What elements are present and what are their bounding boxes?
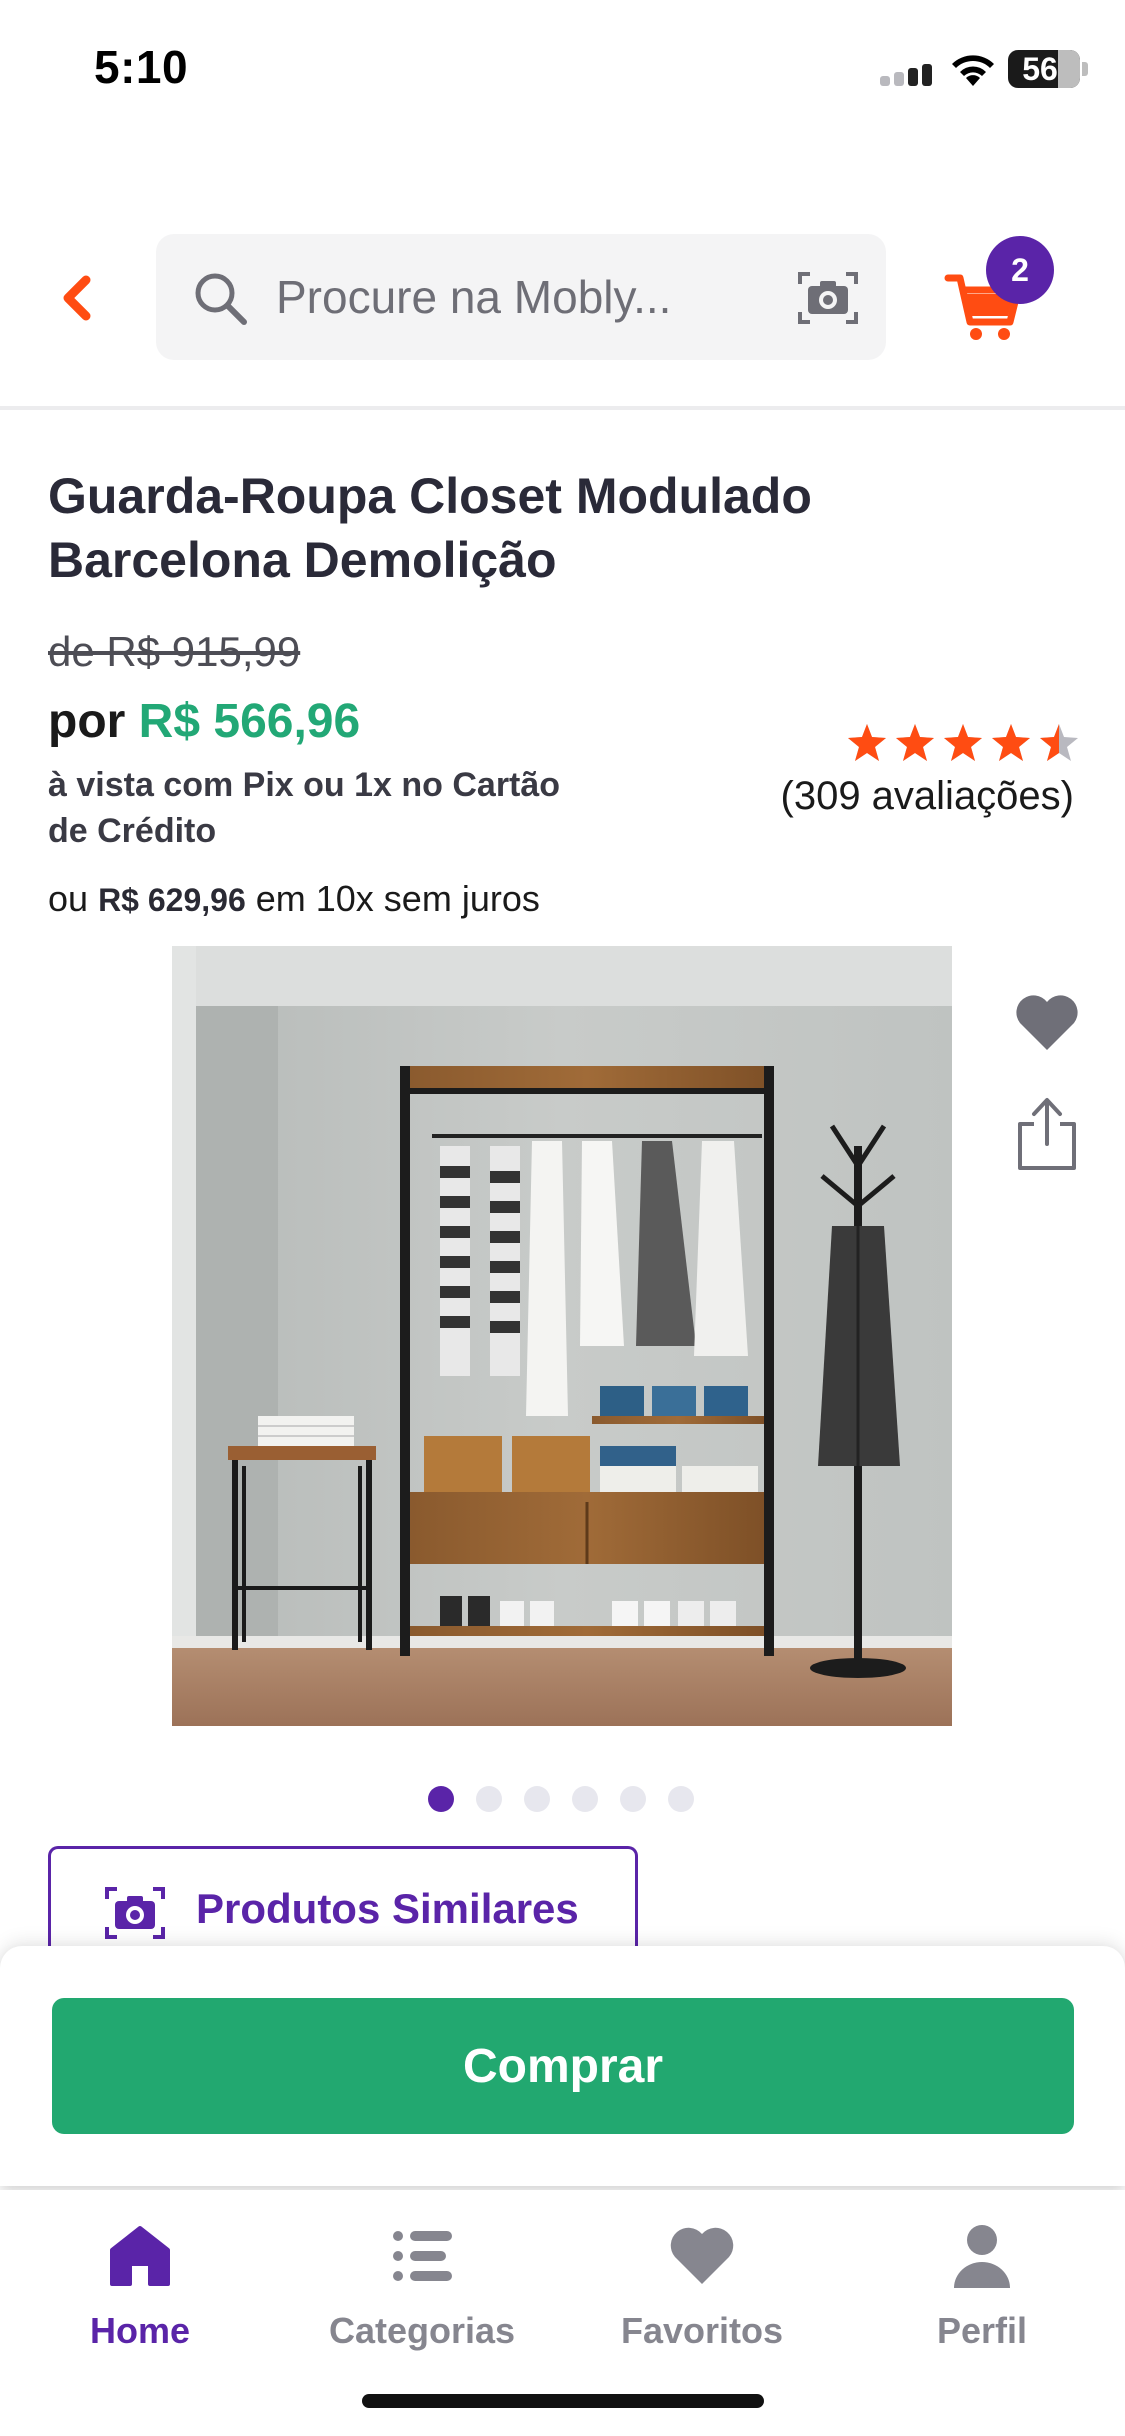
nav-categorias-label: Categorias [328, 2310, 516, 2351]
heart-icon [670, 2227, 734, 2284]
price-line: por R$ 566,96 [48, 694, 360, 749]
nav-perfil-label: Perfil [936, 2310, 1028, 2351]
carousel-dot[interactable] [620, 1786, 646, 1812]
status-time: 5:10 [94, 41, 189, 93]
product-image[interactable] [172, 946, 952, 1726]
star-icon [848, 724, 886, 761]
price-prefix: por [48, 695, 126, 748]
carousel-dot[interactable] [668, 1786, 694, 1812]
product-photo [172, 946, 952, 1726]
installments-info: ou R$ 629,96 em 10x sem juros [48, 878, 540, 920]
search-bar[interactable] [156, 234, 886, 360]
share-icon[interactable] [1012, 1096, 1082, 1172]
user-icon [954, 2225, 1010, 2288]
nav-favoritos[interactable]: Favoritos [592, 2210, 812, 2370]
similar-products-button[interactable]: Produtos Similares [48, 1846, 638, 1956]
carousel-dot[interactable] [524, 1786, 550, 1812]
home-icon [110, 2226, 170, 2286]
nav-favoritos-label: Favoritos [620, 2310, 784, 2351]
star-icon [944, 724, 982, 761]
product-title: Guarda-Roupa Closet Modulado Barcelona D… [48, 468, 812, 588]
cellular-signal-icon [880, 64, 936, 86]
buy-panel: Comprar [0, 1946, 1125, 2186]
nav-home-label: Home [89, 2310, 191, 2351]
star-icon [896, 724, 934, 761]
battery-icon: 56 [1008, 50, 1080, 88]
nav-categorias[interactable]: Categorias [312, 2210, 532, 2370]
star-icon [1040, 724, 1078, 761]
status-bar: 5:10 56 [0, 0, 1125, 140]
nav-perfil[interactable]: Perfil [872, 2210, 1092, 2370]
carousel-dot[interactable] [428, 1786, 454, 1812]
star-icon [992, 724, 1030, 761]
installments-suffix: em 10x sem juros [255, 878, 540, 919]
camera-search-icon[interactable] [796, 270, 860, 326]
cart-count-badge: 2 [986, 236, 1054, 304]
search-icon [195, 273, 247, 325]
camera-search-icon [105, 1887, 165, 1939]
similar-products-label: Produtos Similares [196, 1885, 579, 1932]
favorite-heart-icon[interactable] [1012, 990, 1082, 1054]
battery-cap [1082, 62, 1088, 76]
list-icon [393, 2231, 452, 2281]
carousel-dot[interactable] [476, 1786, 502, 1812]
bottom-navigation: Home Categorias Favoritos Perfil [0, 2190, 1125, 2390]
header: 2 [0, 230, 1125, 366]
old-price: de R$ 915,99 [48, 628, 301, 675]
current-price: R$ 566,96 [138, 695, 361, 748]
buy-button[interactable]: Comprar [52, 1998, 1074, 2134]
installments-prefix: ou [48, 878, 89, 919]
star-rating[interactable] [840, 722, 1080, 772]
header-divider [0, 406, 1125, 410]
wifi-icon [952, 55, 994, 86]
back-button[interactable] [48, 270, 104, 326]
search-input[interactable] [276, 264, 776, 330]
nav-home[interactable]: Home [30, 2210, 250, 2370]
installments-price: R$ 629,96 [98, 882, 246, 918]
reviews-count[interactable]: (309 avaliações) [700, 774, 1075, 819]
chevron-left-icon [63, 275, 91, 321]
battery-level: 56 [1022, 51, 1058, 87]
pix-payment-note: à vista com Pix ou 1x no Cartão de Crédi… [48, 766, 561, 850]
image-carousel-dots[interactable] [428, 1786, 694, 1812]
carousel-dot[interactable] [572, 1786, 598, 1812]
home-indicator [362, 2394, 764, 2408]
